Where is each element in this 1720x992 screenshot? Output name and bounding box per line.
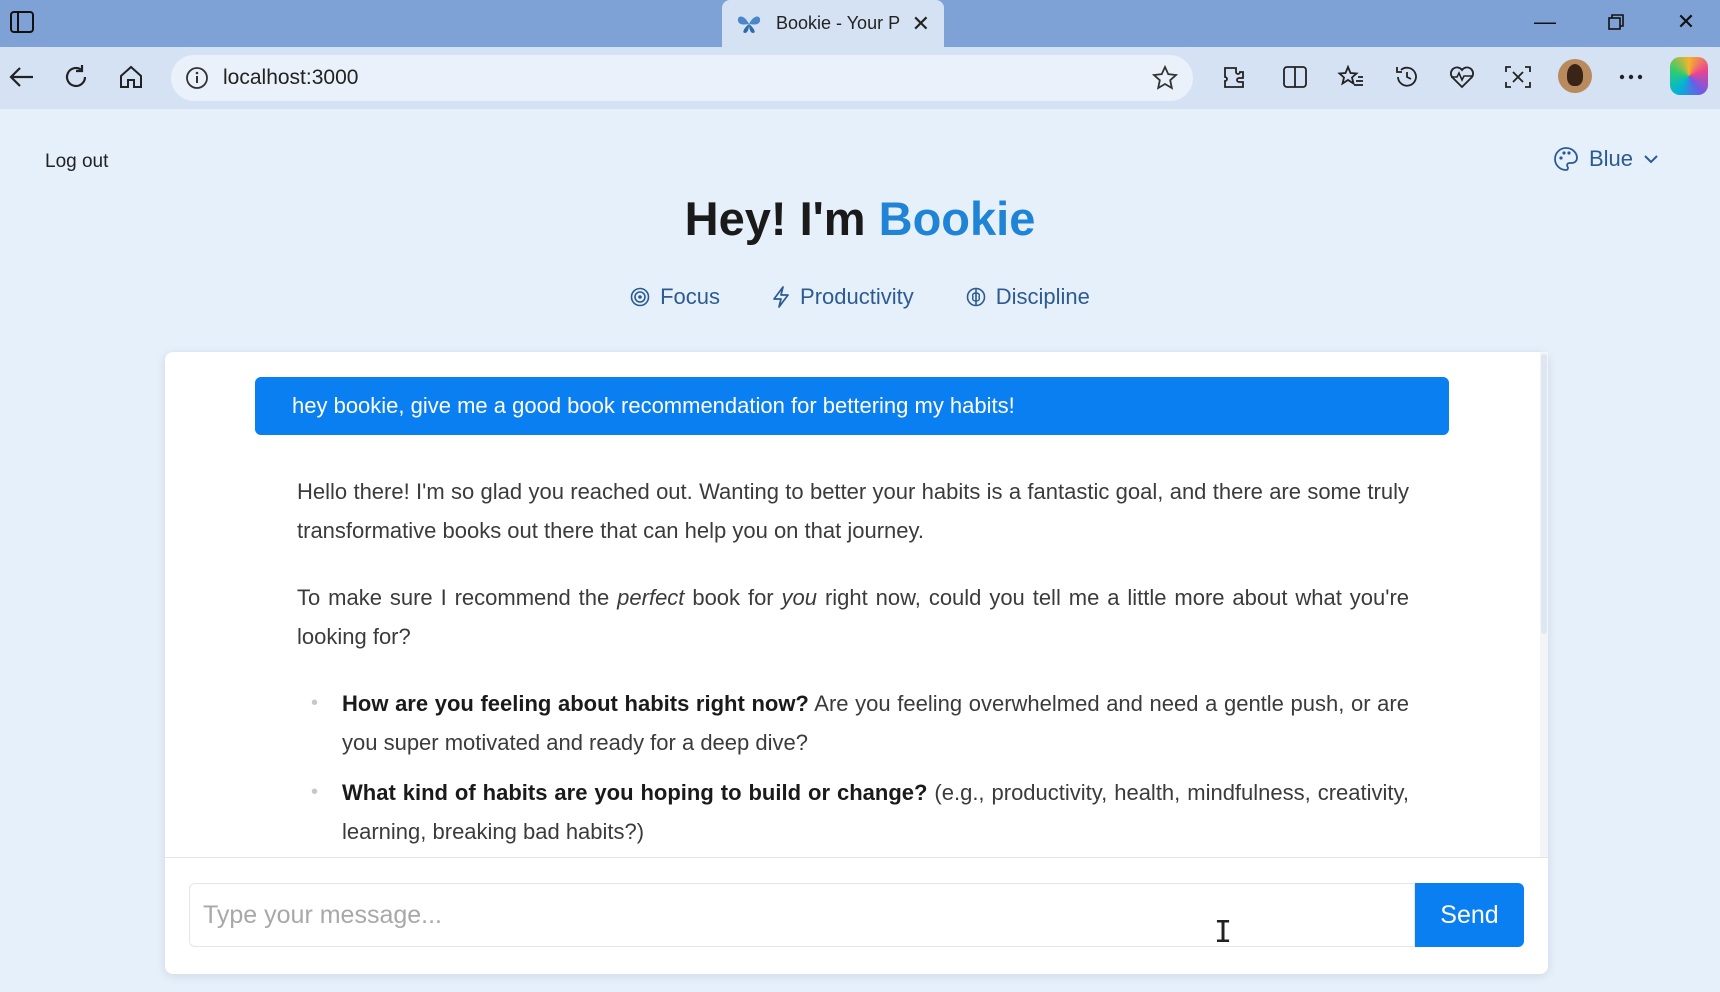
app-page: Log out Blue Hey! I'm Bookie Focus Produ… <box>0 109 1720 992</box>
tab-actions-icon[interactable] <box>8 8 36 36</box>
bullet-heading: What kind of habits are you hoping to bu… <box>342 780 928 805</box>
brain-icon <box>966 287 986 307</box>
history-icon[interactable] <box>1389 59 1425 95</box>
profile-avatar[interactable] <box>1558 59 1592 93</box>
refresh-icon[interactable] <box>58 59 94 95</box>
send-button[interactable]: Send <box>1415 883 1524 947</box>
browser-titlebar: Bookie - Your P ✕ — ✕ <box>0 0 1720 47</box>
browser-toolbar: localhost:3000 <box>0 47 1720 109</box>
bot-message: Hello there! I'm so glad you reached out… <box>297 472 1409 857</box>
chip-label: Productivity <box>800 284 914 309</box>
list-item: How are you feeling about habits right n… <box>297 684 1409 762</box>
site-info-icon[interactable] <box>185 66 209 90</box>
butterfly-icon <box>737 15 761 33</box>
chip-label: Focus <box>660 284 721 309</box>
text-span: To make sure I recommend the <box>297 585 618 610</box>
lightning-icon <box>773 286 789 308</box>
more-icon[interactable] <box>1613 59 1649 95</box>
theme-label: Blue <box>1589 146 1634 171</box>
split-screen-icon[interactable] <box>1277 59 1313 95</box>
list-item: What kind of habits are you hoping to bu… <box>297 773 1409 851</box>
tab-close-icon[interactable]: ✕ <box>912 11 930 37</box>
page-title: Hey! I'm Bookie <box>0 191 1720 246</box>
palette-icon <box>1554 147 1578 171</box>
text-span: book for <box>684 585 782 610</box>
text-cursor-icon: I <box>1214 915 1233 950</box>
browser-essentials-icon[interactable] <box>1444 59 1480 95</box>
url-text: localhost:3000 <box>223 66 359 89</box>
bullet-heading: How are you feeling about habits right n… <box>342 691 809 716</box>
theme-selector[interactable]: Blue <box>1553 146 1659 172</box>
bot-paragraph: Hello there! I'm so glad you reached out… <box>297 479 1409 543</box>
back-icon[interactable] <box>4 59 40 95</box>
brand-name: Bookie <box>878 192 1036 245</box>
topic-chips: Focus Productivity Discipline <box>0 284 1720 310</box>
address-bar[interactable]: localhost:3000 <box>171 55 1193 101</box>
logout-button[interactable]: Log out <box>45 151 108 173</box>
bot-paragraph: To make sure I recommend the perfect boo… <box>297 578 1409 656</box>
restore-icon[interactable] <box>1586 4 1646 40</box>
chip-label: Discipline <box>995 284 1090 309</box>
favorites-icon[interactable] <box>1333 59 1369 95</box>
copilot-icon[interactable] <box>1670 57 1708 95</box>
extensions-icon[interactable] <box>1216 59 1252 95</box>
favorite-star-icon[interactable] <box>1151 64 1179 97</box>
message-list[interactable]: hey bookie, give me a good book recommen… <box>165 352 1548 858</box>
chat-panel: hey bookie, give me a good book recommen… <box>165 352 1548 974</box>
message-scrollbar[interactable] <box>1540 352 1548 857</box>
window-close-icon[interactable]: ✕ <box>1656 4 1716 40</box>
home-icon[interactable] <box>113 59 149 95</box>
headline-prefix: Hey! I'm <box>684 192 879 245</box>
chip-focus[interactable]: Focus <box>630 284 720 310</box>
user-message: hey bookie, give me a good book recommen… <box>255 377 1449 435</box>
message-composer: Send <box>189 883 1524 947</box>
chip-productivity[interactable]: Productivity <box>772 284 914 310</box>
emphasis: perfect <box>617 585 685 610</box>
minimize-icon[interactable]: — <box>1515 4 1575 40</box>
chip-discipline[interactable]: Discipline <box>966 284 1090 310</box>
scroll-thumb[interactable] <box>1541 354 1547 634</box>
tab-title: Bookie - Your P <box>776 13 901 33</box>
browser-tab[interactable]: Bookie - Your P ✕ <box>722 0 944 47</box>
bot-question-list: How are you feeling about habits right n… <box>297 684 1409 851</box>
chevron-down-icon <box>1644 155 1658 164</box>
screenshot-icon[interactable] <box>1500 59 1536 95</box>
target-icon <box>630 287 650 307</box>
emphasis: you <box>781 585 818 610</box>
